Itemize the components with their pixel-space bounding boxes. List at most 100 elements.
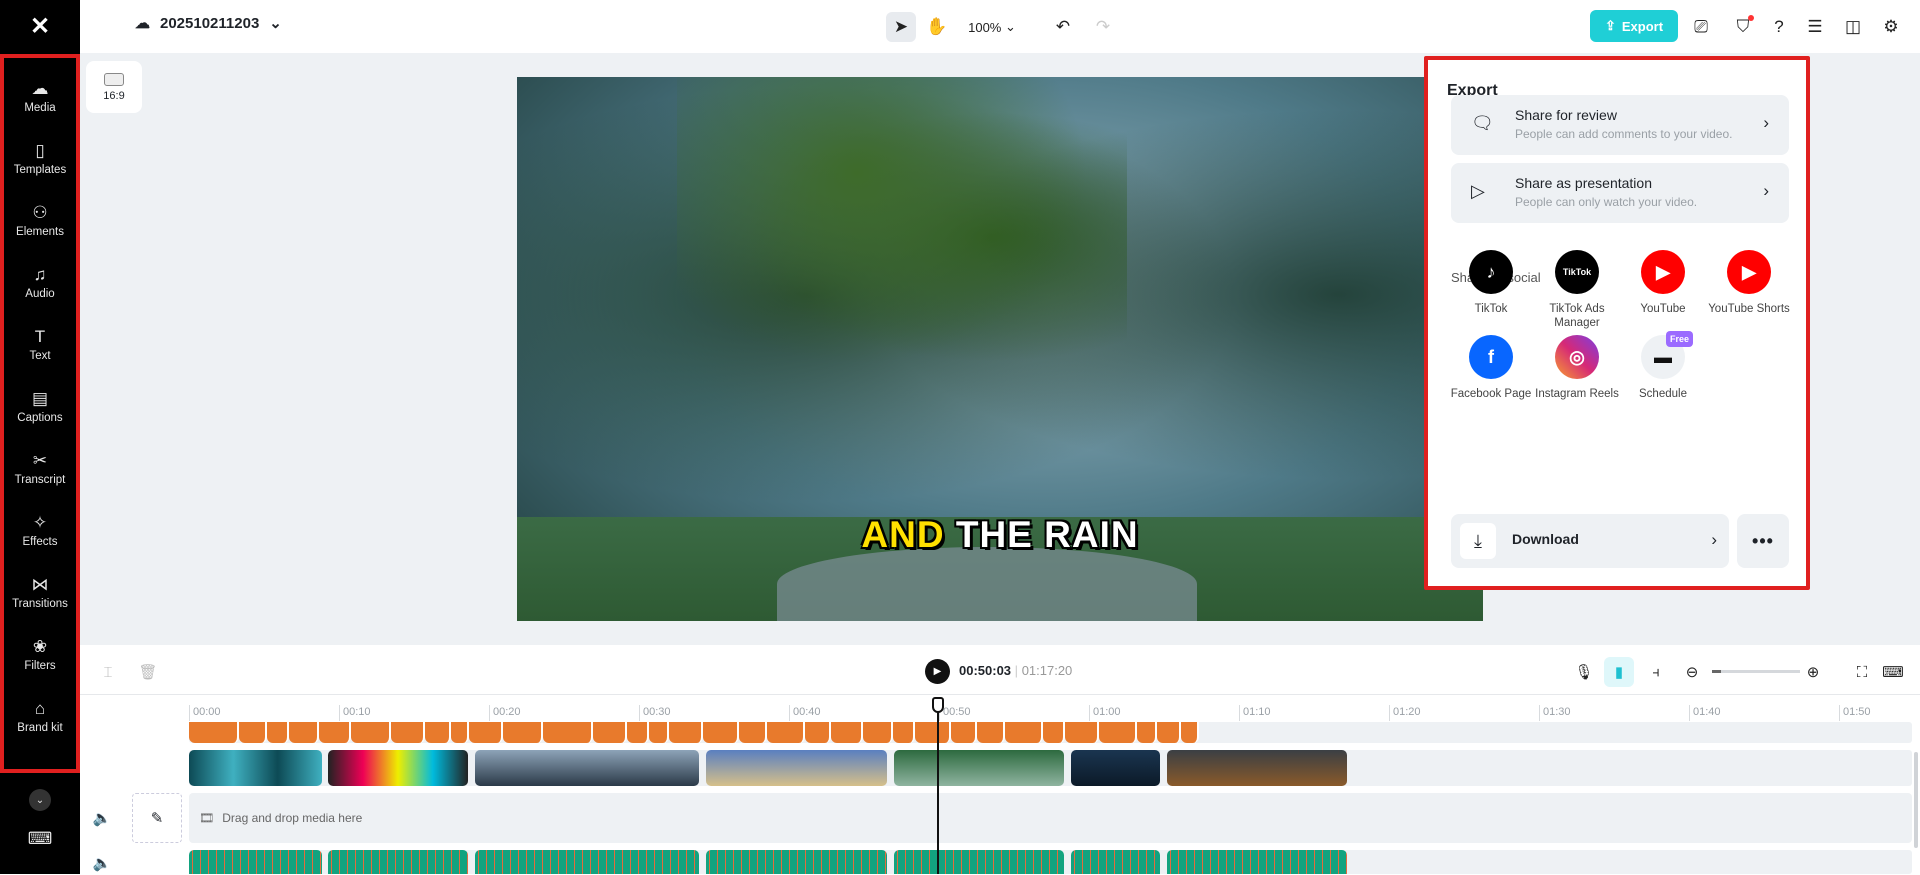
video-clip[interactable] (706, 750, 887, 786)
timeline-scrollbar[interactable] (1914, 752, 1918, 848)
share-schedule-button[interactable]: ▬ Free Schedule (1620, 331, 1706, 401)
caption-clip[interactable] (703, 722, 739, 743)
download-screen-button[interactable]: ⎚ (1686, 12, 1716, 42)
share-for-review-button[interactable]: 🗨 Share for review People can add commen… (1451, 95, 1789, 155)
project-title[interactable]: ☁ 202510211203 ⌄ (135, 14, 282, 33)
export-button[interactable]: ⇪ Export (1590, 10, 1678, 42)
redo-button[interactable]: ↷ (1088, 12, 1118, 42)
caption-clip[interactable] (469, 722, 503, 743)
caption-clip[interactable] (1005, 722, 1043, 743)
caption-clip[interactable] (951, 722, 977, 743)
caption-clip[interactable] (739, 722, 767, 743)
caption-clip[interactable] (977, 722, 1005, 743)
mute-track-button[interactable]: 🔈 (90, 806, 114, 830)
drop-zone[interactable]: 🎞 Drag and drop media here (189, 793, 1912, 843)
caption-clip[interactable] (831, 722, 863, 743)
zoom-in-button[interactable]: ⊕ (1801, 660, 1825, 684)
video-clip[interactable] (189, 750, 322, 786)
auto-snap-button[interactable]: ▮ (1604, 657, 1634, 687)
caption-clip[interactable] (503, 722, 543, 743)
caption-clip[interactable] (669, 722, 703, 743)
share-youtube-shorts-button[interactable]: ▶ YouTube Shorts (1706, 250, 1792, 316)
capcut-logo[interactable]: ✕ (0, 0, 80, 53)
zoom-dropdown[interactable]: 100% ⌄ (962, 12, 1022, 42)
video-preview[interactable]: AND THE RAIN (517, 77, 1483, 621)
caption-clip[interactable] (1043, 722, 1065, 743)
aspect-ratio-button[interactable]: 16:9 (86, 61, 142, 113)
notifications-button[interactable]: ⛉ (1728, 12, 1758, 42)
video-clip[interactable] (894, 750, 1064, 786)
delete-button[interactable]: 🗑 (136, 660, 160, 684)
caption-clip[interactable] (649, 722, 669, 743)
undo-button[interactable]: ↶ (1048, 12, 1078, 42)
layout-toggle-button[interactable]: ◫ (1838, 12, 1868, 42)
video-clip[interactable] (1071, 750, 1160, 786)
caption-clip[interactable] (767, 722, 805, 743)
schedule-glyph: ▬ (1654, 347, 1672, 367)
audio-clip[interactable] (1167, 850, 1347, 874)
caption-clip[interactable] (1099, 722, 1137, 743)
tiktok-glyph: ♪ (1486, 262, 1496, 282)
caption-clip[interactable] (893, 722, 915, 743)
edit-track-button[interactable]: ✎ (132, 793, 182, 843)
notification-dot (1748, 15, 1754, 21)
share-tiktok-ads-manager-button[interactable]: TikTok TikTok Ads Manager (1534, 250, 1620, 330)
caption-clip[interactable] (189, 722, 239, 743)
share-youtube-button[interactable]: ▶ YouTube (1620, 250, 1706, 316)
video-clip[interactable] (1167, 750, 1347, 786)
ruler-tick: 01:00 (1089, 705, 1121, 721)
align-button[interactable]: ⫞ (1644, 660, 1668, 684)
mute-audio-button[interactable]: 🔈 (90, 851, 114, 875)
more-options-button[interactable]: ••• (1737, 514, 1789, 568)
keyboard-icon: ⌨ (27, 828, 53, 848)
audio-clip[interactable] (475, 850, 699, 874)
download-button[interactable]: ⤓ Download › (1451, 514, 1729, 568)
caption-clip[interactable] (863, 722, 893, 743)
caption-clip[interactable] (805, 722, 831, 743)
caption-clip[interactable] (627, 722, 649, 743)
share-instagram-reels-button[interactable]: ◎ Instagram Reels (1534, 335, 1620, 401)
audio-clip[interactable] (894, 850, 1064, 874)
video-clip[interactable] (328, 750, 468, 786)
audio-clip[interactable] (706, 850, 887, 874)
fit-timeline-button[interactable]: ⛶ (1850, 660, 1874, 684)
play-button[interactable]: ▶ (925, 659, 950, 684)
keyboard-shortcuts-button[interactable]: ⌨ (0, 810, 80, 870)
caption-clip[interactable] (425, 722, 451, 743)
caption-clip[interactable] (1181, 722, 1199, 743)
help-button[interactable]: ? (1764, 12, 1794, 42)
caption-clip[interactable] (289, 722, 319, 743)
share-as-presentation-button[interactable]: ▷ Share as presentation People can only … (1451, 163, 1789, 223)
timeline-zoom-slider[interactable] (1712, 670, 1800, 673)
record-voice-button[interactable]: 🎙 (1572, 660, 1596, 684)
playhead[interactable] (937, 700, 939, 874)
split-button[interactable]: ⌶ (96, 660, 120, 684)
caption-clip[interactable] (239, 722, 267, 743)
caption-clip[interactable] (451, 722, 469, 743)
caption-clip[interactable] (319, 722, 351, 743)
audio-clip[interactable] (189, 850, 322, 874)
caption-clip[interactable] (915, 722, 951, 743)
caption-clip[interactable] (1157, 722, 1181, 743)
tiktok-ads-manager-icon: TikTok (1555, 250, 1599, 294)
zoom-out-button[interactable]: ⊖ (1680, 660, 1704, 684)
video-clip[interactable] (475, 750, 699, 786)
caption-clip[interactable] (391, 722, 425, 743)
caption-clip[interactable] (1065, 722, 1099, 743)
select-tool-button[interactable]: ➤ (886, 12, 916, 42)
layers-button[interactable]: ☰ (1800, 12, 1830, 42)
playhead-handle[interactable] (932, 697, 944, 713)
caption-clip[interactable] (543, 722, 593, 743)
share-tiktok-button[interactable]: ♪ TikTok (1448, 250, 1534, 316)
caption-clip[interactable] (267, 722, 289, 743)
hand-tool-button[interactable]: ✋ (922, 12, 952, 42)
share-facebook-page-button[interactable]: f Facebook Page (1448, 335, 1534, 401)
caption-clip[interactable] (351, 722, 391, 743)
path-image (777, 547, 1197, 621)
caption-clip[interactable] (593, 722, 627, 743)
comment-toggle-button[interactable]: ⌨ (1881, 660, 1905, 684)
audio-clip[interactable] (328, 850, 468, 874)
audio-clip[interactable] (1071, 850, 1160, 874)
caption-clip[interactable] (1137, 722, 1157, 743)
settings-button[interactable]: ⚙ (1876, 12, 1906, 42)
